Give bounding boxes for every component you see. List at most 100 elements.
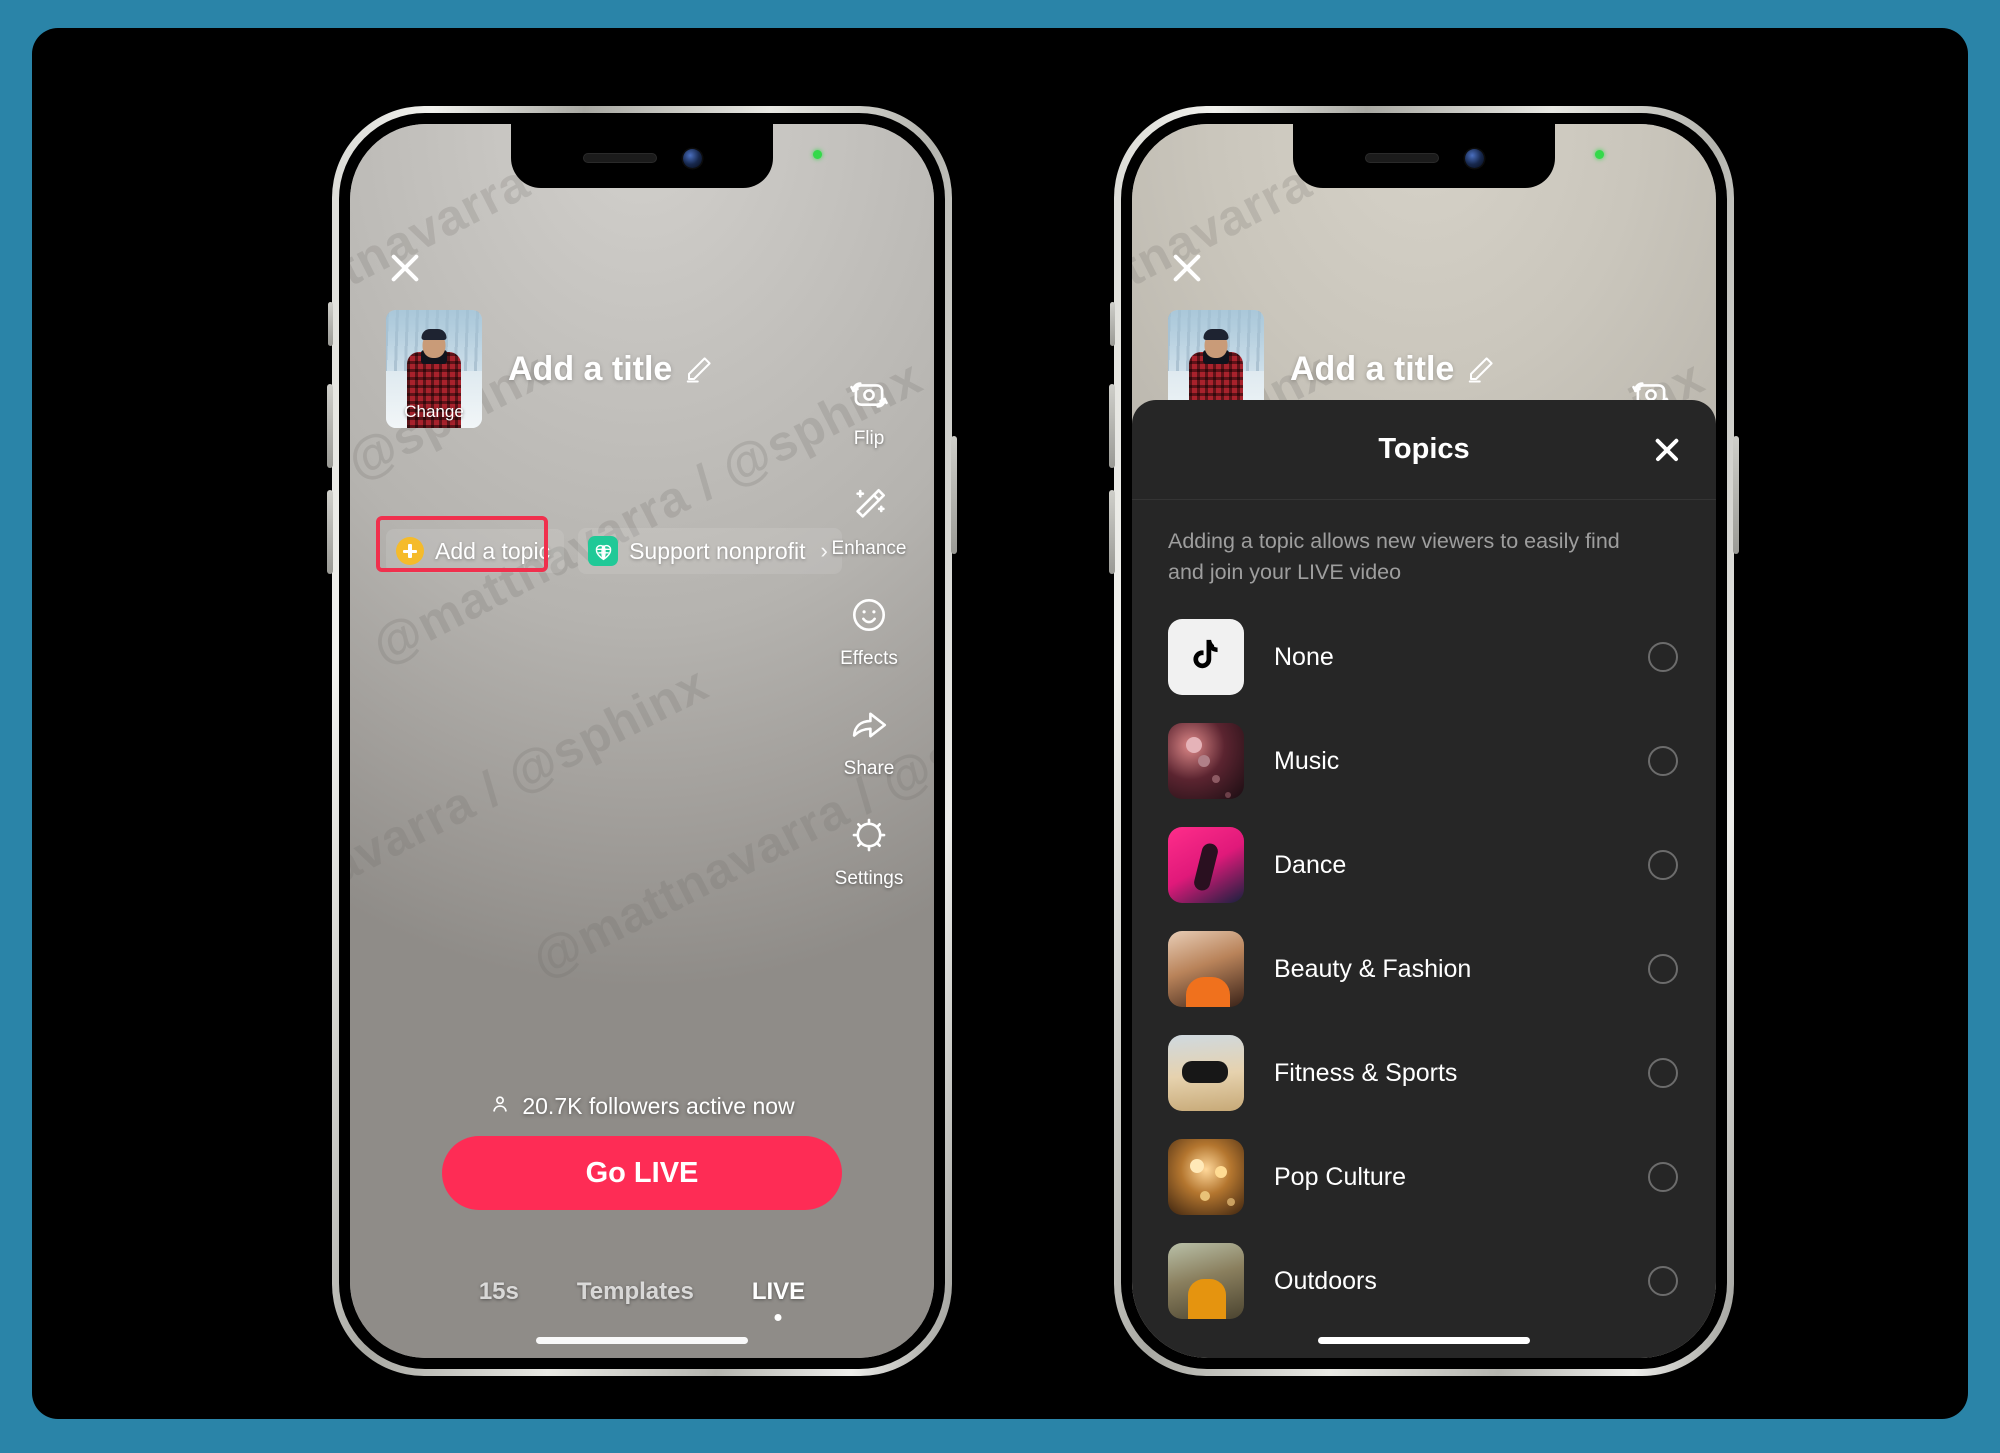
topic-radio[interactable] <box>1648 1162 1678 1193</box>
list-item[interactable]: Beauty & Fashion <box>1132 917 1716 1021</box>
topics-description: Adding a topic allows new viewers to eas… <box>1168 529 1620 584</box>
phone-screen-left: @mattnavarra / @sphinx @mattnavarra / @s… <box>350 124 934 1358</box>
support-nonprofit-label: Support nonprofit <box>629 537 806 564</box>
enhance-label: Enhance <box>831 538 907 559</box>
earpiece-speaker <box>582 153 657 163</box>
volume-down-button[interactable] <box>1109 490 1115 574</box>
home-indicator[interactable] <box>536 1337 748 1344</box>
pencil-icon <box>684 354 714 384</box>
pop-culture-thumb <box>1168 1139 1244 1216</box>
topic-radio[interactable] <box>1648 954 1678 985</box>
settings-button[interactable]: Settings <box>824 814 914 890</box>
front-camera-icon <box>1464 148 1484 168</box>
dance-thumb <box>1168 827 1244 904</box>
outer-border: @mattnavarra / @sphinx @mattnavarra / @s… <box>0 0 2000 1453</box>
smiley-face-icon <box>848 594 890 641</box>
change-cover-label: Change <box>404 402 464 421</box>
person-icon <box>489 1093 511 1120</box>
music-thumb <box>1168 723 1244 800</box>
share-arrow-icon <box>848 704 890 751</box>
flip-label: Flip <box>853 428 885 449</box>
tiktok-logo-thumb <box>1168 619 1244 696</box>
phone-bezel: @mattnavarra / @sphinx @mattnavarra / @s… <box>339 113 945 1369</box>
live-setup-ui: Change Add a title <box>350 124 934 1358</box>
cover-thumbnail[interactable]: Change <box>386 310 482 428</box>
thumb-person-hat <box>421 328 447 340</box>
add-title-label: Add a title <box>1290 349 1455 388</box>
magic-wand-icon <box>848 484 890 531</box>
device-notch <box>1293 124 1555 188</box>
effects-label: Effects <box>840 648 898 669</box>
add-topic-chip[interactable]: Add a topic <box>386 529 565 573</box>
power-button[interactable] <box>1733 436 1739 554</box>
topic-label: Outdoors <box>1274 1266 1377 1295</box>
list-item[interactable]: Music <box>1132 709 1716 813</box>
home-indicator[interactable] <box>1318 1337 1530 1344</box>
outdoors-thumb <box>1168 1243 1244 1320</box>
pencil-icon <box>1466 354 1496 384</box>
list-item[interactable]: Dance <box>1132 813 1716 917</box>
tab-live[interactable]: LIVE <box>752 1278 805 1306</box>
list-item[interactable]: Fitness & Sports <box>1132 1021 1716 1125</box>
effects-button[interactable]: Effects <box>824 594 914 670</box>
volume-up-button[interactable] <box>327 384 333 468</box>
tool-rail: Flip Enhance <box>824 374 914 890</box>
flip-camera-button[interactable]: Flip <box>824 374 914 450</box>
thumb-person-hat <box>1203 328 1229 340</box>
topic-radio[interactable] <box>1648 1058 1678 1089</box>
mute-switch[interactable] <box>1110 302 1115 346</box>
topics-title: Topics <box>1378 433 1470 465</box>
topics-list: None Music Dance Beauty & Fashion Fitnes… <box>1132 595 1716 1333</box>
topic-radio[interactable] <box>1648 642 1678 673</box>
volume-up-button[interactable] <box>1109 384 1115 468</box>
go-live-button[interactable]: Go LIVE <box>442 1136 842 1210</box>
topic-radio[interactable] <box>1648 850 1678 881</box>
screenshot-stage: @mattnavarra / @sphinx @mattnavarra / @s… <box>32 28 1968 1419</box>
tab-templates[interactable]: Templates <box>577 1278 694 1306</box>
topics-sheet: Topics Adding a topic allows new viewers… <box>1132 400 1716 1358</box>
add-title-button[interactable]: Add a title <box>508 350 714 389</box>
plus-circle-icon <box>396 537 424 565</box>
earpiece-speaker <box>1364 153 1439 163</box>
phone-bezel: @mattnavarra / @sphinx @mattnavarra / @s… <box>1121 113 1727 1369</box>
phone-mockup-right: @mattnavarra / @sphinx @mattnavarra / @s… <box>1109 106 1739 1376</box>
front-camera-icon <box>682 148 702 168</box>
topic-label: Beauty & Fashion <box>1274 954 1472 983</box>
topic-radio[interactable] <box>1648 1266 1678 1297</box>
close-icon[interactable] <box>386 248 424 286</box>
camera-active-indicator <box>813 150 822 159</box>
power-button[interactable] <box>951 436 957 554</box>
topic-label: Music <box>1274 746 1340 775</box>
cover-and-title-row: Change Add a title <box>386 310 714 428</box>
topic-radio[interactable] <box>1648 746 1678 777</box>
capture-mode-tabs: 15s Templates LIVE <box>350 1278 934 1306</box>
close-icon[interactable] <box>1168 248 1206 286</box>
tab-15s[interactable]: 15s <box>479 1278 519 1306</box>
enhance-button[interactable]: Enhance <box>824 484 914 560</box>
mute-switch[interactable] <box>328 302 333 346</box>
list-item[interactable]: Pop Culture <box>1132 1125 1716 1229</box>
phone-mockup-left: @mattnavarra / @sphinx @mattnavarra / @s… <box>327 106 957 1376</box>
volume-down-button[interactable] <box>327 490 333 574</box>
list-item[interactable]: None <box>1132 605 1716 709</box>
camera-active-indicator <box>1595 150 1604 159</box>
settings-label: Settings <box>834 868 904 889</box>
device-notch <box>511 124 773 188</box>
topic-label: Dance <box>1274 850 1347 879</box>
beauty-thumb <box>1168 931 1244 1008</box>
topic-label: Pop Culture <box>1274 1162 1407 1191</box>
list-item[interactable]: Outdoors <box>1132 1229 1716 1333</box>
support-nonprofit-chip[interactable]: Support nonprofit › <box>578 528 842 574</box>
close-icon[interactable] <box>1652 435 1682 465</box>
followers-status: 20.7K followers active now <box>350 1093 934 1120</box>
share-button[interactable]: Share <box>824 704 914 780</box>
add-title-button[interactable]: Add a title <box>1290 350 1496 389</box>
flip-camera-icon <box>848 374 890 421</box>
chips-row: Add a topic Support nonprofit <box>386 528 842 574</box>
globe-heart-icon <box>588 536 619 566</box>
topics-sheet-header: Topics <box>1132 400 1716 500</box>
followers-text: 20.7K followers active now <box>522 1093 795 1119</box>
topic-label: Fitness & Sports <box>1274 1058 1458 1087</box>
add-topic-label: Add a topic <box>435 537 551 564</box>
phone-screen-right: @mattnavarra / @sphinx @mattnavarra / @s… <box>1132 124 1716 1358</box>
